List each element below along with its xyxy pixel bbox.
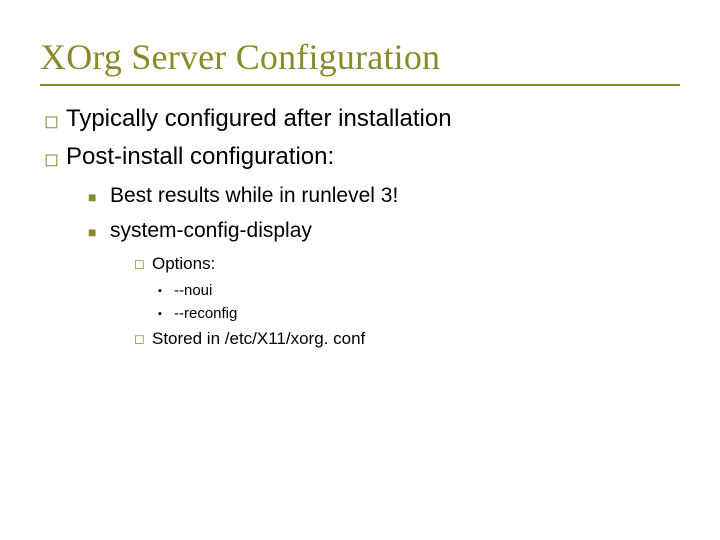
list-item: ▪ --noui	[158, 281, 680, 301]
list-item-text: Options:	[152, 253, 680, 275]
list-item-text: system-config-display	[110, 217, 680, 244]
list-item: ◻ Options:	[134, 253, 680, 275]
list-item: ◻ Post-install configuration:	[44, 142, 680, 172]
bullet-list-level-3: ◻ Stored in /etc/X11/xorg. conf	[134, 328, 680, 350]
list-item: ▪ --reconfig	[158, 304, 680, 324]
list-item-text: --noui	[174, 281, 680, 301]
list-item: ◻ Typically configured after installatio…	[44, 104, 680, 134]
filled-square-icon: ▪	[158, 281, 174, 298]
slide-title: XOrg Server Configuration	[40, 36, 680, 78]
filled-square-icon: ■	[88, 182, 110, 206]
hollow-square-icon: ◻	[44, 142, 66, 171]
hollow-square-icon: ◻	[134, 328, 152, 348]
list-item-text: Post-install configuration:	[66, 142, 680, 172]
bullet-list-level-1: ◻ Typically configured after installatio…	[44, 104, 680, 172]
bullet-list-level-2: ■ Best results while in runlevel 3! ■ sy…	[88, 182, 680, 245]
bullet-list-level-4: ▪ --noui ▪ --reconfig	[158, 281, 680, 324]
hollow-square-icon: ◻	[134, 253, 152, 273]
bullet-list-level-3: ◻ Options:	[134, 253, 680, 275]
filled-square-icon: ▪	[158, 304, 174, 321]
list-item-text: Stored in /etc/X11/xorg. conf	[152, 328, 680, 350]
list-item-text: Typically configured after installation	[66, 104, 680, 134]
list-item: ◻ Stored in /etc/X11/xorg. conf	[134, 328, 680, 350]
hollow-square-icon: ◻	[44, 104, 66, 133]
slide: XOrg Server Configuration ◻ Typically co…	[0, 0, 720, 540]
title-rule	[40, 84, 680, 86]
list-item: ■ Best results while in runlevel 3!	[88, 182, 680, 209]
list-item-text: Best results while in runlevel 3!	[110, 182, 680, 209]
list-item-text: --reconfig	[174, 304, 680, 324]
filled-square-icon: ■	[88, 217, 110, 241]
list-item: ■ system-config-display	[88, 217, 680, 244]
